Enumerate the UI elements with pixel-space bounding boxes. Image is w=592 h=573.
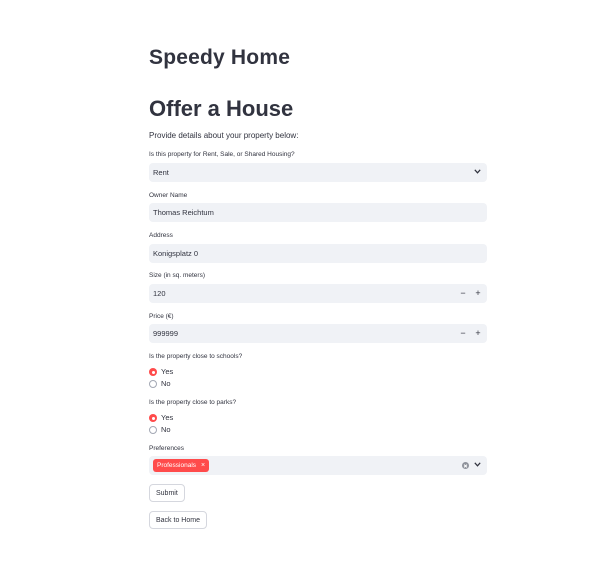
size-increment-button[interactable]: + (472, 284, 484, 303)
submit-button[interactable]: Submit (149, 484, 185, 502)
chevron-down-icon[interactable] (474, 456, 481, 467)
address-value: Konigsplatz 0 (153, 249, 199, 258)
price-stepper[interactable]: 999999 − + (149, 324, 487, 343)
size-decrement-button[interactable]: − (457, 284, 469, 303)
parks-label: Is the property close to parks? (149, 399, 237, 406)
intro-text: Provide details about your property belo… (149, 131, 299, 140)
price-increment-button[interactable]: + (472, 324, 484, 343)
price-label: Price (€) (149, 313, 174, 320)
listing-type-label: Is this property for Rent, Sale, or Shar… (149, 151, 295, 158)
parks-option-no-label: No (161, 425, 171, 434)
schools-option-yes-label: Yes (161, 367, 174, 376)
clear-icon[interactable] (462, 462, 469, 469)
address-input[interactable]: Konigsplatz 0 (149, 244, 487, 263)
back-to-home-button[interactable]: Back to Home (149, 511, 207, 529)
radio-selected-icon[interactable] (149, 414, 157, 422)
chevron-down-icon[interactable] (474, 163, 481, 174)
radio-unselected-icon[interactable] (149, 380, 157, 388)
size-label: Size (in sq. meters) (149, 272, 205, 279)
price-value: 999999 (153, 329, 179, 338)
listing-type-value: Rent (153, 168, 169, 177)
tag-remove-icon[interactable]: × (201, 462, 205, 469)
price-decrement-button[interactable]: − (457, 324, 469, 343)
size-value: 120 (153, 289, 166, 298)
size-stepper[interactable]: 120 − + (149, 284, 487, 303)
page-title: Offer a House (149, 96, 294, 121)
radio-selected-icon[interactable] (149, 368, 157, 376)
owner-name-value: Thomas Reichtum (153, 208, 214, 217)
preference-tag-label: Professionals (157, 462, 197, 469)
preference-tag: Professionals × (153, 459, 210, 472)
app-title: Speedy Home (149, 46, 291, 69)
preferences-multiselect[interactable]: Professionals × (149, 456, 487, 475)
schools-label: Is the property close to schools? (149, 353, 243, 360)
schools-option-no-label: No (161, 379, 171, 388)
listing-type-select[interactable]: Rent (149, 163, 487, 182)
preferences-label: Preferences (149, 445, 185, 452)
parks-option-yes-label: Yes (161, 413, 174, 422)
address-label: Address (149, 232, 173, 239)
owner-name-input[interactable]: Thomas Reichtum (149, 203, 487, 222)
owner-name-label: Owner Name (149, 192, 188, 199)
radio-unselected-icon[interactable] (149, 426, 157, 434)
